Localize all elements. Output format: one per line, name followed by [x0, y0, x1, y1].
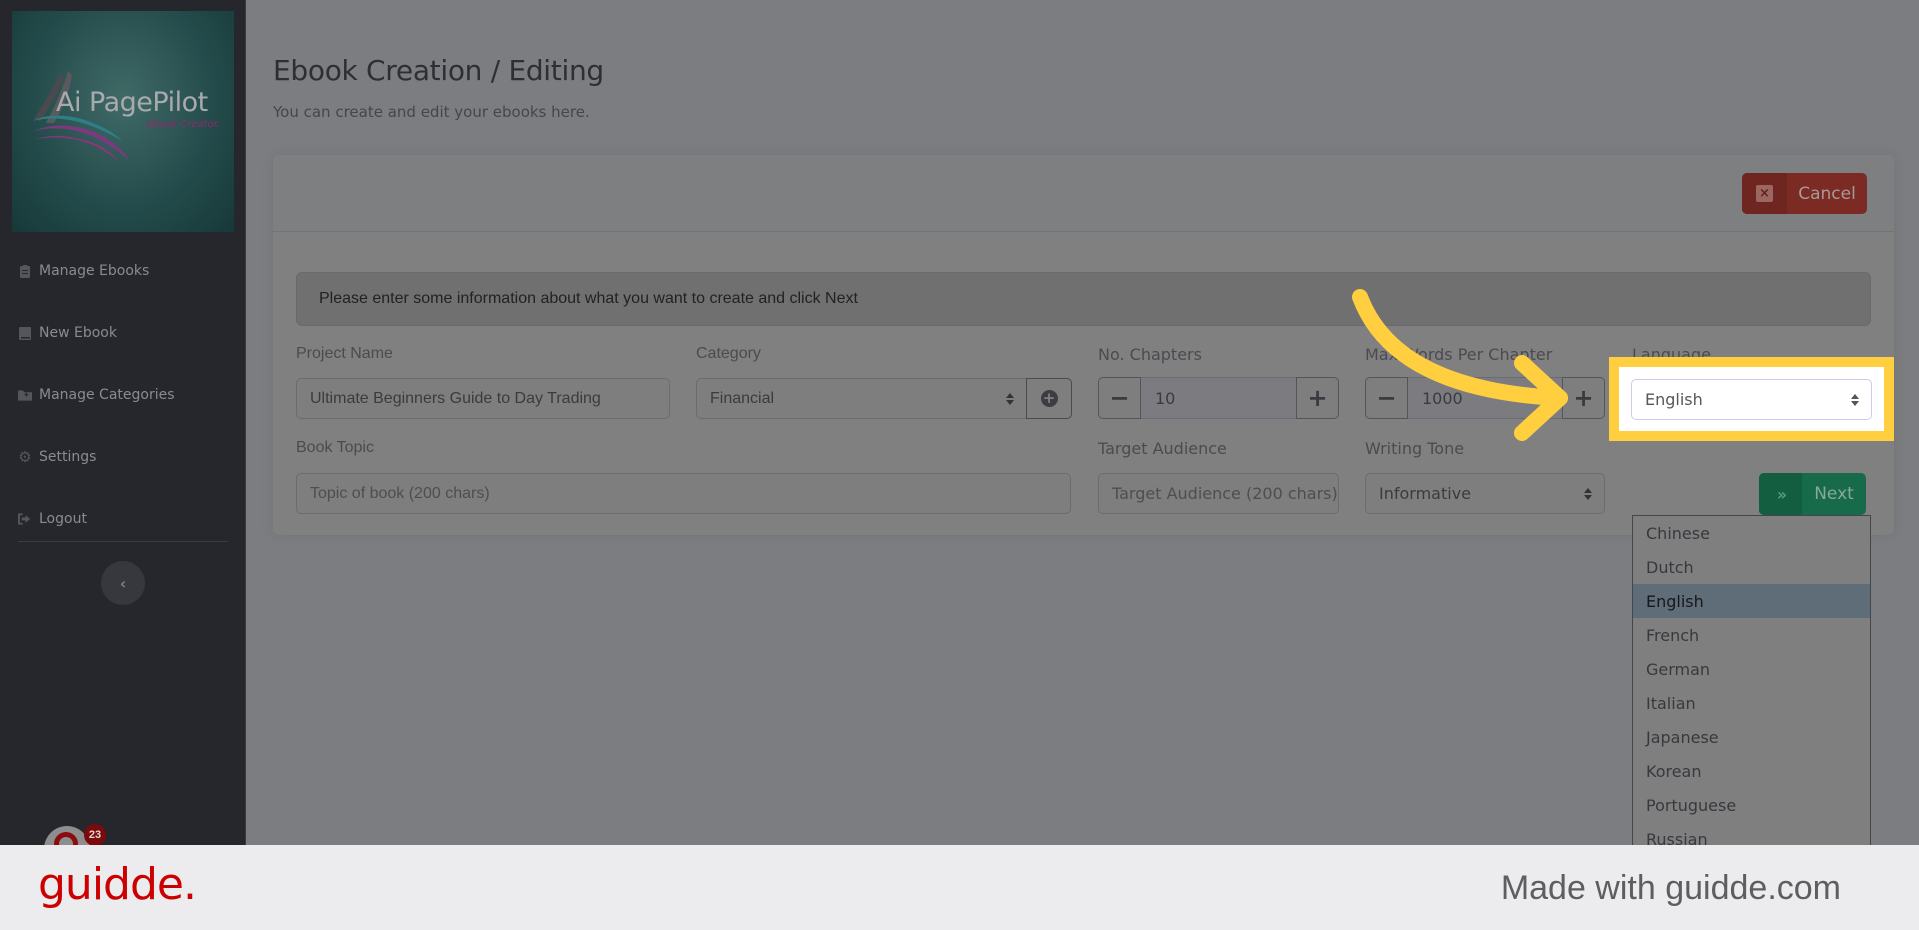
next-button[interactable]: ›› Next [1759, 473, 1866, 515]
language-option[interactable]: German [1633, 652, 1870, 686]
language-select-value: English [1645, 390, 1703, 409]
sidebar-divider [18, 541, 228, 542]
project-name-input[interactable]: Ultimate Beginners Guide to Day Trading [296, 378, 670, 419]
sidebar-item-label: Logout [39, 511, 87, 527]
sidebar-collapse-button[interactable]: ‹ [101, 561, 145, 605]
plus-circle-icon: + [1040, 390, 1058, 407]
folder-plus-icon [18, 388, 32, 402]
sidebar-nav: Manage Ebooks New Ebook Manage Categorie… [0, 240, 246, 550]
select-arrows-icon [1584, 487, 1592, 500]
sign-out-icon [18, 512, 32, 526]
sidebar-item-manage-categories[interactable]: Manage Categories [0, 364, 246, 426]
sidebar-item-settings[interactable]: ⚙ Settings [0, 426, 246, 488]
language-select[interactable]: English [1631, 379, 1872, 420]
language-option[interactable]: French [1633, 618, 1870, 652]
sidebar-item-label: Manage Ebooks [39, 263, 150, 279]
language-option[interactable]: Chinese [1633, 516, 1870, 550]
made-with-guidde-text[interactable]: Made with guidde.com [1501, 869, 1841, 908]
chapters-input[interactable]: 10 [1141, 377, 1296, 419]
sidebar-item-new-ebook[interactable]: New Ebook [0, 302, 246, 364]
max-words-stepper: − 1000 + [1365, 377, 1605, 419]
language-option-selected[interactable]: English [1633, 584, 1870, 618]
book-icon [18, 326, 32, 340]
book-topic-placeholder: Topic of book (200 chars) [310, 484, 490, 502]
writing-tone-label: Writing Tone [1365, 439, 1465, 458]
card-header: × Cancel [273, 155, 1894, 232]
category-label: Category [696, 345, 761, 362]
cancel-button-label: Cancel [1798, 183, 1856, 204]
book-topic-input[interactable]: Topic of book (200 chars) [296, 473, 1071, 514]
sidebar: Ai PagePilot eBook Creator. Manage Ebook… [0, 0, 246, 872]
language-option[interactable]: Portuguese [1633, 788, 1870, 822]
info-alert: Please enter some information about what… [296, 272, 1871, 326]
writing-tone-select[interactable]: Informative [1365, 473, 1605, 514]
chat-notification-badge: 23 [84, 824, 106, 846]
language-option[interactable]: Japanese [1633, 720, 1870, 754]
sidebar-item-manage-ebooks[interactable]: Manage Ebooks [0, 240, 246, 302]
language-option[interactable]: Italian [1633, 686, 1870, 720]
page-subtitle: You can create and edit your ebooks here… [273, 103, 590, 121]
sidebar-item-label: Manage Categories [39, 387, 175, 403]
target-audience-input[interactable]: Target Audience (200 chars) [1098, 473, 1339, 514]
chapters-label: No. Chapters [1098, 345, 1202, 364]
max-words-label: Max Words Per Chapter [1365, 345, 1553, 364]
close-square-icon: × [1756, 185, 1773, 202]
target-audience-label: Target Audience [1098, 439, 1227, 458]
logo-subtitle: eBook Creator. [146, 119, 221, 130]
language-option[interactable]: Korean [1633, 754, 1870, 788]
select-arrows-icon [1006, 392, 1014, 405]
logo-title: Ai PagePilot [56, 87, 208, 118]
cancel-icon-wrap: × [1742, 173, 1787, 214]
max-words-increment-button[interactable]: + [1562, 377, 1605, 419]
double-chevron-right-icon: ›› [1759, 473, 1802, 515]
select-arrows-icon [1851, 393, 1859, 406]
chapters-stepper: − 10 + [1098, 377, 1339, 419]
guidde-footer: guidde. Made with guidde.com [0, 845, 1919, 930]
language-option[interactable]: Russian [1633, 822, 1870, 846]
max-words-decrement-button[interactable]: − [1365, 377, 1408, 419]
max-words-input[interactable]: 1000 [1408, 377, 1562, 419]
language-option[interactable]: Dutch [1633, 550, 1870, 584]
category-select-value: Financial [710, 389, 775, 407]
chapters-decrement-button[interactable]: − [1098, 377, 1141, 419]
target-audience-placeholder: Target Audience (200 chars) [1112, 484, 1338, 503]
category-select[interactable]: Financial [696, 378, 1027, 419]
chevron-left-icon: ‹ [119, 573, 127, 593]
gear-icon: ⚙ [18, 448, 32, 466]
cancel-button[interactable]: × Cancel [1742, 173, 1867, 214]
clipboard-list-icon [18, 264, 32, 278]
next-button-label: Next [1814, 484, 1854, 504]
book-topic-label: Book Topic [296, 439, 374, 456]
add-category-button[interactable]: + [1026, 378, 1072, 419]
page-title: Ebook Creation / Editing [273, 54, 604, 87]
language-label: Language [1632, 345, 1711, 357]
sidebar-item-label: New Ebook [39, 325, 117, 341]
guidde-logo[interactable]: guidde. [38, 859, 197, 910]
sidebar-item-label: Settings [39, 449, 97, 465]
language-dropdown-list[interactable]: Chinese Dutch English French German Ital… [1632, 515, 1871, 845]
writing-tone-value: Informative [1379, 484, 1471, 503]
project-name-label: Project Name [296, 345, 393, 362]
app-logo[interactable]: Ai PagePilot eBook Creator. [12, 11, 234, 232]
annotation-highlight-frame: English [1609, 357, 1894, 441]
chapters-increment-button[interactable]: + [1296, 377, 1339, 419]
